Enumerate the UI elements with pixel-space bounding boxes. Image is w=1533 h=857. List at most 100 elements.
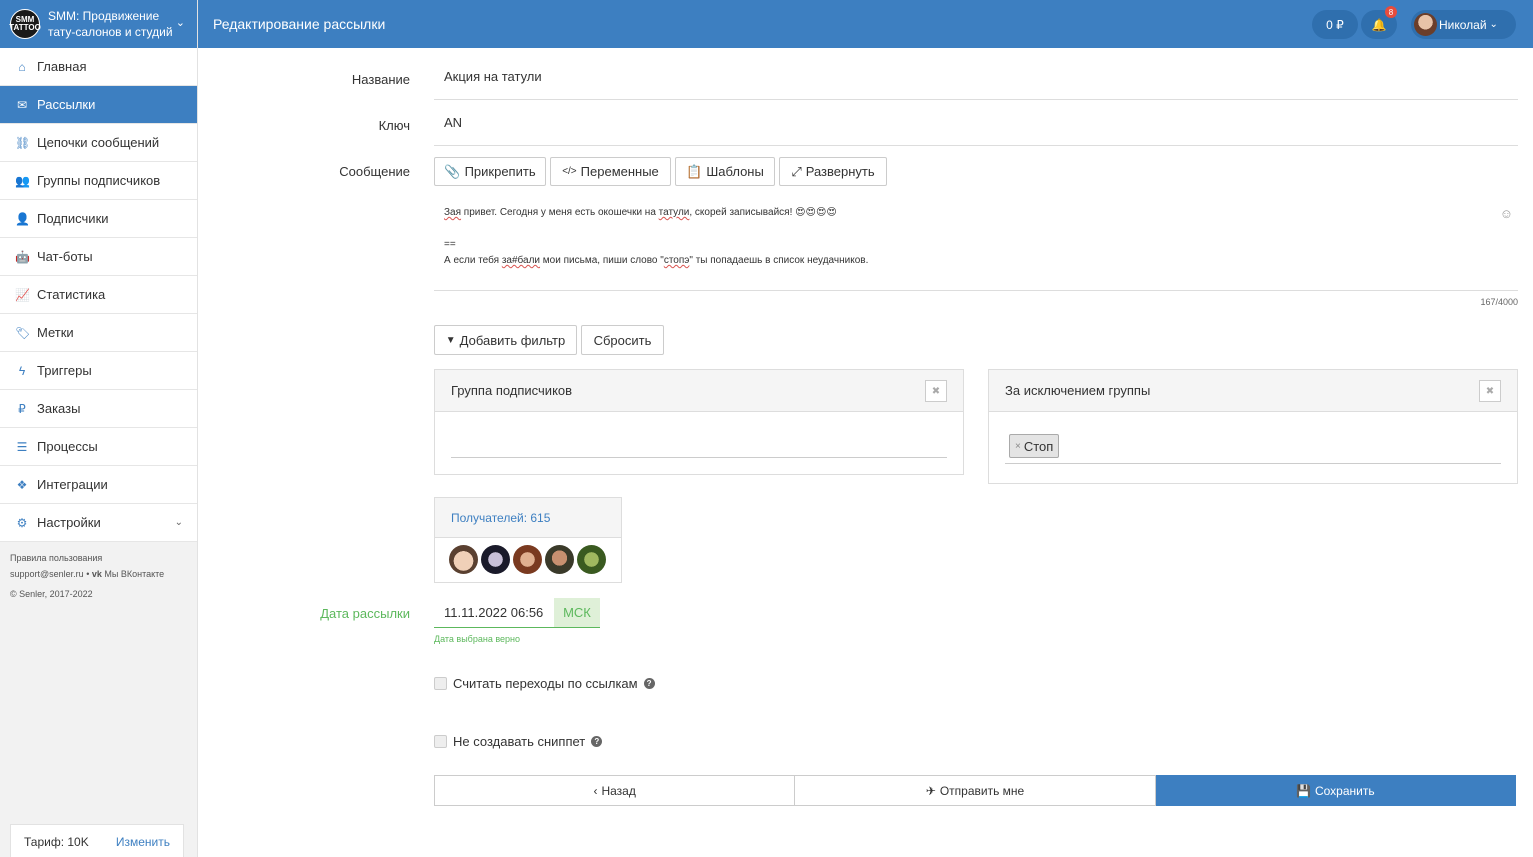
sidebar-item-integrations[interactable]: ❖ Интеграции [0, 466, 197, 504]
variables-label: Переменные [580, 164, 659, 179]
sidebar-item-label: Триггеры [37, 363, 92, 378]
tag-label: Стоп [1023, 438, 1054, 454]
remove-tag-icon[interactable]: × [1015, 441, 1021, 452]
chevron-down-icon: ⌄ [1489, 19, 1498, 30]
sidebar-item-subscribers[interactable]: 👤 Подписчики [0, 200, 197, 238]
users-icon: 👥 [15, 173, 30, 188]
expand-label: Развернуть [805, 164, 875, 179]
char-counter: 167/4000 [1480, 297, 1518, 307]
checkbox-label[interactable]: Не создавать сниппет [453, 734, 585, 749]
name-input[interactable]: Акция на татули [434, 54, 1518, 100]
avatar[interactable] [545, 545, 574, 574]
expand-button[interactable]: ⤢ Развернуть [779, 157, 887, 186]
key-label: Ключ [378, 118, 410, 133]
date-picker[interactable]: 11.11.2022 06:56 МСК [434, 598, 600, 628]
message-text: == [444, 239, 456, 250]
name-label: Название [351, 72, 410, 87]
sidebar-item-home[interactable]: ⌂ Главная [0, 48, 197, 86]
message-textarea[interactable]: Зая привет. Сегодня у меня есть окошечки… [434, 198, 1518, 291]
user-icon: 👤 [15, 211, 30, 226]
user-menu[interactable]: Николай ⌄ [1411, 10, 1516, 39]
emoji-picker-icon[interactable]: ☺ [1500, 206, 1513, 221]
tariff-box: Тариф: 10K Изменить [10, 824, 184, 857]
sidebar: SMM TATTOO SMM: Продвижение тату-салонов… [0, 0, 198, 857]
message-text: Зая [444, 207, 462, 218]
avatar[interactable] [449, 545, 478, 574]
sidebar-item-orders[interactable]: ₽ Заказы [0, 390, 197, 428]
avatar[interactable] [577, 545, 606, 574]
vk-link[interactable]: Мы ВКонтакте [104, 569, 164, 579]
sidebar-item-label: Заказы [37, 401, 81, 416]
help-icon[interactable]: ? [591, 736, 603, 747]
ruble-icon: ₽ [18, 401, 26, 416]
sidebar-item-statistics[interactable]: 📈 Статистика [0, 276, 197, 314]
group-filter-panel: Группа подписчиков ✖ [434, 369, 964, 475]
date-input[interactable]: 11.11.2022 06:56 [434, 598, 554, 627]
group-select[interactable] [451, 412, 947, 458]
selected-tag: × Стоп [1009, 434, 1060, 458]
message-text: стопэ [663, 255, 690, 266]
sidebar-item-label: Процессы [37, 439, 98, 454]
link-icon: ⛓ [15, 135, 31, 150]
tag-icon: 🏷 [15, 325, 31, 340]
close-icon[interactable]: ✖ [925, 380, 947, 402]
panel-header: Группа подписчиков ✖ [435, 370, 963, 412]
add-filter-label: Добавить фильтр [459, 332, 566, 348]
avatar[interactable] [513, 545, 542, 574]
change-tariff-link[interactable]: Изменить [116, 835, 170, 849]
sidebar-item-mailings[interactable]: ✉ Рассылки [0, 86, 197, 124]
notifications-button[interactable]: 🔔 8 [1361, 6, 1397, 39]
bell-icon: 🔔 [1371, 17, 1387, 32]
paper-plane-icon: ✈ [925, 783, 936, 798]
save-button[interactable]: 💾 Сохранить [1155, 775, 1516, 806]
notification-badge: 8 [1385, 6, 1397, 18]
filter-icon: ▼ [445, 334, 456, 346]
variables-button[interactable]: </> Переменные [550, 157, 671, 186]
user-name: Николай [1439, 17, 1487, 32]
terms-link[interactable]: Правила пользования [10, 550, 187, 566]
support-link[interactable]: support@senler.ru [10, 569, 84, 579]
send-me-label: Отправить мне [939, 783, 1025, 798]
checkbox-label[interactable]: Считать переходы по ссылкам [453, 676, 638, 691]
message-text: " ты попадаешь в список неудачников. [689, 255, 869, 266]
attach-button[interactable]: 📎 Прикрепить [434, 157, 546, 186]
sidebar-item-label: Статистика [37, 287, 106, 302]
chevron-left-icon: ‹ [593, 783, 598, 798]
exclude-group-select[interactable] [1005, 412, 1501, 464]
expand-icon: ⤢ [791, 163, 802, 179]
recipient-avatars [435, 538, 621, 581]
chevron-down-icon: ⌄ [175, 17, 185, 29]
tariff-label: Тариф: 10K [24, 835, 89, 849]
sidebar-item-chains[interactable]: ⛓ Цепочки сообщений [0, 124, 197, 162]
no-snippet-checkbox[interactable] [434, 735, 447, 748]
send-me-button[interactable]: ✈ Отправить мне [795, 775, 1156, 806]
balance-button[interactable]: 0 ₽ [1312, 10, 1358, 39]
message-text: привет. Сегодня у меня есть окошечки на [461, 207, 659, 218]
help-icon[interactable]: ? [643, 678, 655, 689]
count-clicks-checkbox[interactable] [434, 677, 447, 690]
sidebar-item-groups[interactable]: 👥 Группы подписчиков [0, 162, 197, 200]
recipients-count[interactable]: Получателей: 615 [435, 498, 621, 538]
paperclip-icon: 📎 [444, 163, 461, 179]
brand-switcher[interactable]: SMM TATTOO SMM: Продвижение тату-салонов… [0, 0, 197, 48]
reset-button[interactable]: Сбросить [581, 325, 664, 355]
topbar: Редактирование рассылки 0 ₽ 🔔 8 Николай … [198, 0, 1533, 48]
back-button[interactable]: ‹ Назад [434, 775, 796, 806]
chevron-down-icon: ⌄ [174, 517, 183, 528]
key-input[interactable]: AN [434, 100, 1518, 146]
panel-title: Группа подписчиков [451, 383, 573, 398]
add-filter-button[interactable]: ▼ Добавить фильтр [434, 325, 577, 355]
date-hint: Дата выбрана верно [434, 634, 520, 644]
avatar[interactable] [481, 545, 510, 574]
sidebar-item-triggers[interactable]: ϟ Триггеры [0, 352, 197, 390]
exclude-group-panel: За исключением группы ✖ × Стоп [988, 369, 1518, 484]
close-icon[interactable]: ✖ [1479, 380, 1501, 402]
sidebar-item-chatbots[interactable]: 🤖 Чат-боты [0, 238, 197, 276]
timezone-badge: МСК [554, 598, 600, 627]
sidebar-item-tags[interactable]: 🏷 Метки [0, 314, 197, 352]
sidebar-item-settings[interactable]: ⚙ Настройки ⌄ [0, 504, 197, 542]
attach-label: Прикрепить [464, 164, 536, 179]
sidebar-item-processes[interactable]: ☰ Процессы [0, 428, 197, 466]
templates-button[interactable]: 📋 Шаблоны [675, 157, 775, 186]
bolt-icon: ϟ [18, 363, 26, 378]
